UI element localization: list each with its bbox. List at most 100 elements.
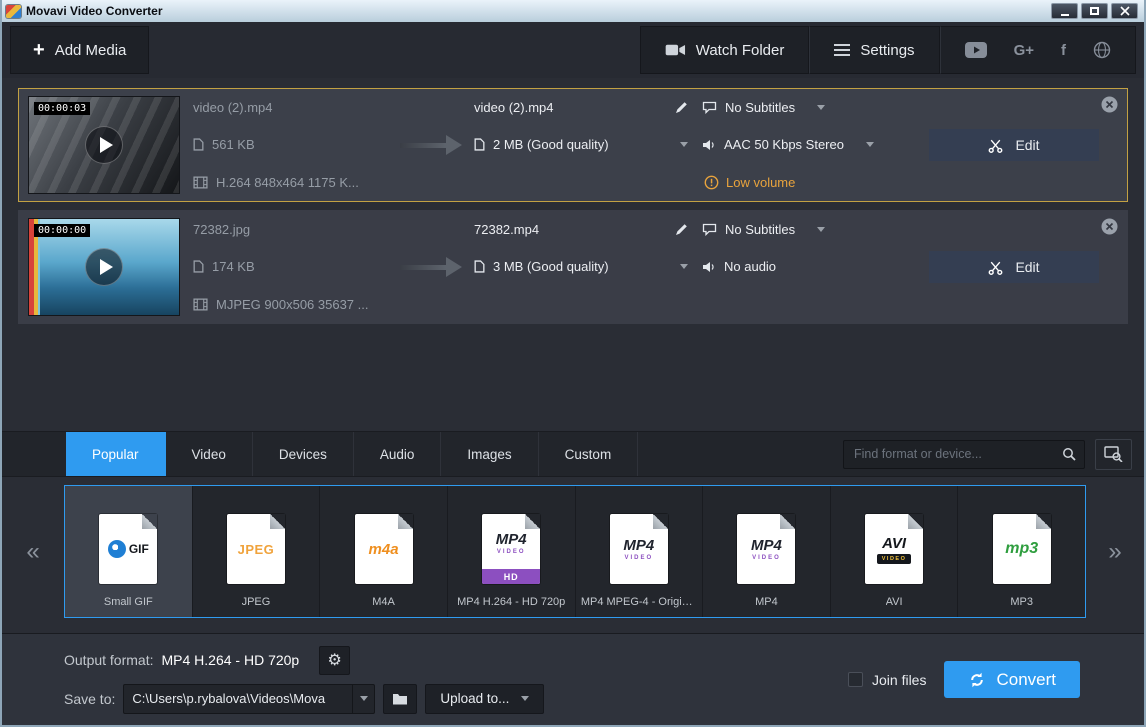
folder-icon <box>393 694 408 705</box>
format-page-icon: GIF <box>99 514 158 584</box>
source-filename: 72382.jpg <box>193 222 251 238</box>
minimize-button[interactable] <box>1051 3 1078 19</box>
output-format-row: Output format: MP4 H.264 - HD 720p ⚙ <box>64 645 544 675</box>
format-card-mp4[interactable]: MP4 VIDEO MP4 <box>703 486 831 617</box>
carousel-next-button[interactable]: » <box>1086 485 1144 618</box>
format-browser-button[interactable] <box>1095 438 1132 470</box>
facebook-icon[interactable]: f <box>1061 42 1066 59</box>
format-card-m4a[interactable]: m4a M4A <box>320 486 448 617</box>
edit-button[interactable]: Edit <box>929 251 1099 283</box>
subtitles-dropdown[interactable]: No Subtitles <box>702 211 927 248</box>
rename-pencil-icon[interactable] <box>675 101 688 114</box>
path-caret-button[interactable] <box>352 684 374 713</box>
format-badge: JPEG <box>237 541 275 557</box>
tracks-info: No Subtitles AAC 50 Kbps Stereo Low volu… <box>702 89 927 201</box>
media-list: 00:00:03 video (2).mp4 561 KB H.264 848x… <box>2 78 1144 431</box>
remove-file-button[interactable] <box>1101 96 1118 113</box>
format-badge: MP4 <box>495 531 527 548</box>
source-filename: video (2).mp4 <box>193 100 273 116</box>
output-settings: Output format: MP4 H.264 - HD 720p ⚙ Sav… <box>64 645 545 714</box>
subtitles-dropdown[interactable]: No Subtitles <box>702 89 927 126</box>
tab-images[interactable]: Images <box>441 432 539 476</box>
play-button[interactable] <box>85 248 123 286</box>
join-files-checkbox[interactable] <box>848 672 863 687</box>
audio-value: AAC 50 Kbps Stereo <box>724 137 844 153</box>
media-row[interactable]: 00:00:00 72382.jpg 174 KB MJPEG 900x506 … <box>18 210 1128 324</box>
google-plus-icon[interactable]: G+ <box>1014 42 1034 59</box>
format-card-jpeg[interactable]: JPEG JPEG <box>192 486 321 617</box>
tab-popular[interactable]: Popular <box>66 432 166 476</box>
subtitles-value: No Subtitles <box>725 222 796 238</box>
format-sub-badge: VIDEO <box>624 555 654 561</box>
close-button[interactable] <box>1111 3 1138 19</box>
format-card-avi[interactable]: AVI VIDEO AVI <box>830 486 959 617</box>
audio-dropdown[interactable]: AAC 50 Kbps Stereo <box>702 126 927 163</box>
format-card-label: M4A <box>372 596 395 608</box>
format-search-box <box>843 439 1085 469</box>
video-thumbnail[interactable]: 00:00:00 <box>29 219 179 315</box>
convert-label: Convert <box>996 669 1056 689</box>
tab-video[interactable]: Video <box>166 432 253 476</box>
save-to-label: Save to: <box>64 690 116 707</box>
youtube-icon[interactable] <box>964 42 987 58</box>
edit-label: Edit <box>1015 259 1040 275</box>
speech-bubble-icon <box>702 224 717 237</box>
maximize-button[interactable] <box>1081 3 1108 19</box>
format-card-mp3[interactable]: mp3 MP3 <box>958 486 1085 617</box>
output-size-dropdown[interactable]: 3 MB (Good quality) <box>474 248 688 285</box>
maximize-icon <box>1090 7 1099 15</box>
format-card-mp4-hd-720p[interactable]: MP4 VIDEO HD MP4 H.264 - HD 720p <box>447 486 576 617</box>
play-button[interactable] <box>85 126 123 164</box>
join-files-toggle[interactable]: Join files <box>848 672 926 688</box>
rename-pencil-icon[interactable] <box>675 223 688 236</box>
search-icon <box>1063 448 1076 461</box>
output-size-dropdown[interactable]: 2 MB (Good quality) <box>474 126 688 163</box>
tab-devices[interactable]: Devices <box>253 432 354 476</box>
convert-button[interactable]: Convert <box>944 661 1080 698</box>
tracks-info: No Subtitles No audio <box>702 211 927 323</box>
format-badge: GIF <box>128 542 149 556</box>
edit-button[interactable]: Edit <box>929 129 1099 161</box>
convert-refresh-icon <box>971 672 984 687</box>
hamburger-icon <box>834 44 851 56</box>
format-browser-icon <box>1104 446 1123 462</box>
carousel-prev-button[interactable]: « <box>2 485 64 618</box>
format-page-icon: JPEG <box>226 514 285 584</box>
add-media-button[interactable]: + Add Media <box>10 26 150 74</box>
format-card-label: MP4 MPEG-4 - Origin... <box>580 596 697 608</box>
format-carousel: « GIF Small GIF JPEG JPEG m4a M4A MP4 VI… <box>2 477 1144 633</box>
format-card-label: MP4 <box>755 596 778 608</box>
upload-to-button[interactable]: Upload to... <box>425 683 545 714</box>
watch-folder-label: Watch Folder <box>695 41 785 59</box>
output-filename: 72382.mp4 <box>474 222 540 238</box>
save-path-dropdown[interactable]: C:\Users\p.rybalova\Videos\Mova <box>123 683 376 714</box>
browse-folder-button[interactable] <box>383 683 418 714</box>
speaker-icon <box>703 261 714 272</box>
format-page-icon: AVI VIDEO <box>865 514 924 584</box>
video-thumbnail[interactable]: 00:00:03 <box>29 97 179 193</box>
title-bar: Movavi Video Converter <box>2 0 1144 22</box>
media-row[interactable]: 00:00:03 video (2).mp4 561 KB H.264 848x… <box>18 88 1128 202</box>
settings-button[interactable]: Settings <box>809 26 940 74</box>
search-input[interactable] <box>844 440 1054 468</box>
video-camera-icon <box>665 44 685 56</box>
film-icon <box>193 176 208 189</box>
format-card-small-gif[interactable]: GIF Small GIF <box>65 486 193 617</box>
format-card-label: AVI <box>885 596 903 608</box>
gear-icon: ⚙ <box>327 652 342 669</box>
chevron-down-icon <box>817 227 826 233</box>
gif-logo-icon <box>107 540 126 558</box>
remove-file-button[interactable] <box>1101 218 1118 235</box>
chevron-down-icon <box>680 142 688 148</box>
format-card-list: GIF Small GIF JPEG JPEG m4a M4A MP4 VIDE… <box>64 485 1086 618</box>
tab-custom[interactable]: Custom <box>539 432 639 476</box>
globe-icon[interactable] <box>1093 41 1111 59</box>
tab-audio[interactable]: Audio <box>354 432 442 476</box>
search-button[interactable] <box>1054 441 1084 468</box>
format-settings-button[interactable]: ⚙ <box>319 645 351 675</box>
format-card-label: JPEG <box>241 596 271 608</box>
output-format-label: Output format: <box>64 652 154 668</box>
app-window: Movavi Video Converter + Add Media Watch… <box>0 0 1146 727</box>
format-card-mp4-mpeg4[interactable]: MP4 VIDEO MP4 MPEG-4 - Origin... <box>575 486 704 617</box>
watch-folder-button[interactable]: Watch Folder <box>639 26 810 74</box>
